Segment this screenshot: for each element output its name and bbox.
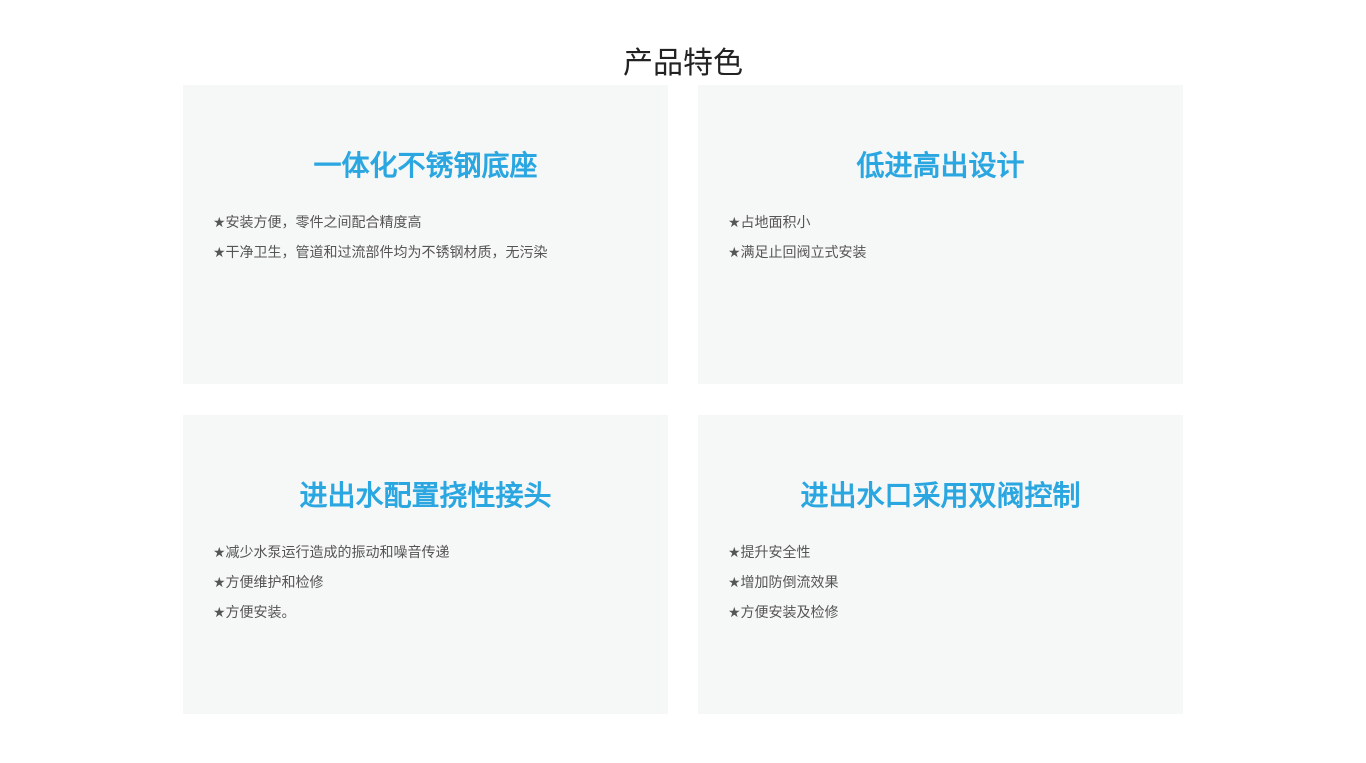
feature-list-item: ★方便安装及检修 [728, 605, 839, 621]
feature-list: ★减少水泵运行造成的振动和噪音传递 ★方便维护和检修 ★方便安装。 [213, 538, 643, 628]
feature-list: ★占地面积小 ★满足止回阀立式安装 [728, 208, 1158, 268]
feature-card-stainless-base: 一体化不锈钢底座 ★安装方便，零件之间配合精度高 ★干净卫生，管道和过流部件均为… [183, 85, 668, 384]
feature-card-title: 进出水口采用双阀控制 [800, 479, 1081, 512]
feature-list-item: ★方便维护和检修 [213, 575, 324, 591]
feature-card-dual-valve: 进出水口采用双阀控制 ★提升安全性 ★增加防倒流效果 ★方便安装及检修 [698, 415, 1183, 714]
feature-list: ★提升安全性 ★增加防倒流效果 ★方便安装及检修 [728, 538, 1158, 628]
feature-list-item: ★占地面积小 [728, 215, 811, 231]
feature-list-item: ★增加防倒流效果 [728, 575, 839, 591]
feature-card-title: 一体化不锈钢底座 [313, 149, 538, 182]
feature-card-flexible-joint: 进出水配置挠性接头 ★减少水泵运行造成的振动和噪音传递 ★方便维护和检修 ★方便… [183, 415, 668, 714]
section-title: 产品特色 [623, 46, 743, 82]
feature-list-item: ★提升安全性 [728, 545, 811, 561]
feature-list-item: ★安装方便，零件之间配合精度高 [213, 215, 422, 231]
feature-list-item: ★方便安装。 [213, 605, 296, 621]
feature-list-item: ★满足止回阀立式安装 [728, 245, 867, 261]
feature-list-item: ★干净卫生，管道和过流部件均为不锈钢材质，无污染 [213, 245, 548, 261]
feature-list-item: ★减少水泵运行造成的振动和噪音传递 [213, 545, 450, 561]
feature-card-low-in-high-out: 低进高出设计 ★占地面积小 ★满足止回阀立式安装 [698, 85, 1183, 384]
feature-card-title: 进出水配置挠性接头 [299, 479, 552, 512]
feature-list: ★安装方便，零件之间配合精度高 ★干净卫生，管道和过流部件均为不锈钢材质，无污染 [213, 208, 643, 268]
feature-card-title: 低进高出设计 [856, 149, 1025, 182]
product-features-section: 产品特色 一体化不锈钢底座 ★安装方便，零件之间配合精度高 ★干净卫生，管道和过… [0, 0, 1366, 763]
